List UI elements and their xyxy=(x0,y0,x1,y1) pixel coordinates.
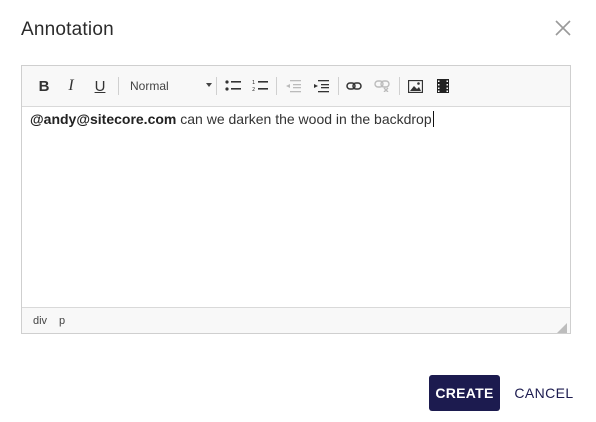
svg-text:2: 2 xyxy=(252,87,255,93)
close-icon[interactable] xyxy=(553,18,573,38)
link-icon xyxy=(346,82,362,90)
decrease-indent-icon xyxy=(286,80,301,93)
image-button[interactable] xyxy=(406,76,424,96)
underline-button[interactable]: U xyxy=(92,76,108,96)
rich-text-editor: B I U Normal 1 2 @andy@sitecore.com can … xyxy=(21,65,571,334)
link-button[interactable] xyxy=(345,76,363,96)
bold-button[interactable]: B xyxy=(36,76,52,96)
element-path-p[interactable]: p xyxy=(59,315,65,327)
dialog-title: Annotation xyxy=(21,19,114,40)
annotation-dialog: Annotation B I U Normal 1 2 @andy@siteco… xyxy=(0,0,596,422)
italic-icon: I xyxy=(68,77,74,94)
toolbar-separator xyxy=(118,77,119,95)
increase-indent-button[interactable] xyxy=(312,76,330,96)
bulleted-list-button[interactable] xyxy=(224,76,242,96)
underline-icon: U xyxy=(94,77,106,95)
editor-toolbar: B I U Normal 1 2 xyxy=(22,66,570,107)
numbered-list-button[interactable]: 1 2 xyxy=(251,76,269,96)
format-select[interactable]: Normal xyxy=(130,76,212,96)
cancel-button[interactable]: CANCEL xyxy=(510,375,578,411)
italic-button[interactable]: I xyxy=(63,76,79,96)
increase-indent-icon xyxy=(314,80,329,93)
element-path-div[interactable]: div xyxy=(33,315,47,327)
editor-content[interactable]: @andy@sitecore.com can we darken the woo… xyxy=(22,107,570,308)
toolbar-separator xyxy=(216,77,217,95)
bold-icon: B xyxy=(38,77,50,95)
decrease-indent-button[interactable] xyxy=(284,76,302,96)
chevron-down-icon xyxy=(206,83,212,87)
unlink-button[interactable] xyxy=(373,76,391,96)
annotation-text: can we darken the wood in the backdrop xyxy=(176,111,432,127)
text-cursor xyxy=(432,111,434,127)
toolbar-separator xyxy=(276,77,277,95)
numbered-list-icon: 1 2 xyxy=(252,80,268,93)
create-button[interactable]: CREATE xyxy=(429,375,500,411)
resize-handle-icon[interactable] xyxy=(557,320,567,333)
video-icon xyxy=(437,79,449,93)
video-button[interactable] xyxy=(434,76,452,96)
bulleted-list-icon xyxy=(225,80,241,91)
toolbar-separator xyxy=(338,77,339,95)
image-icon xyxy=(407,79,423,93)
editor-statusbar: div p xyxy=(22,307,570,333)
user-mention: @andy@sitecore.com xyxy=(30,111,177,127)
toolbar-separator xyxy=(399,77,400,95)
unlink-icon xyxy=(374,80,390,92)
format-select-value: Normal xyxy=(130,79,169,93)
svg-text:1: 1 xyxy=(252,80,255,86)
